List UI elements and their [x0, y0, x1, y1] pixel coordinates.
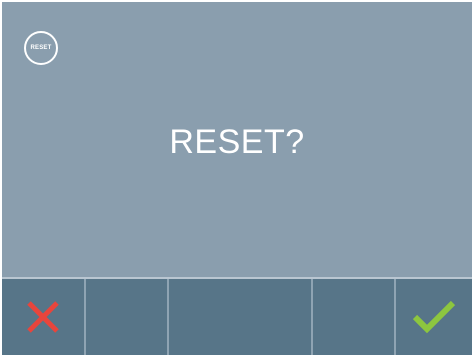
reset-icon: RESET — [24, 31, 58, 65]
cancel-button[interactable] — [2, 279, 86, 355]
confirm-button[interactable] — [396, 279, 472, 355]
bottom-button-bar — [2, 279, 472, 355]
empty-button-slot-1 — [86, 279, 169, 355]
checkmark-icon — [412, 300, 456, 334]
empty-button-slot-2 — [169, 279, 313, 355]
reset-badge-label: RESET — [30, 45, 52, 51]
empty-button-slot-3 — [313, 279, 396, 355]
page-title: RESET? — [169, 123, 305, 161]
reset-confirmation-screen: RESET RESET? — [2, 2, 472, 277]
dialog-frame: RESET RESET? — [2, 2, 472, 355]
cross-icon — [27, 301, 59, 333]
